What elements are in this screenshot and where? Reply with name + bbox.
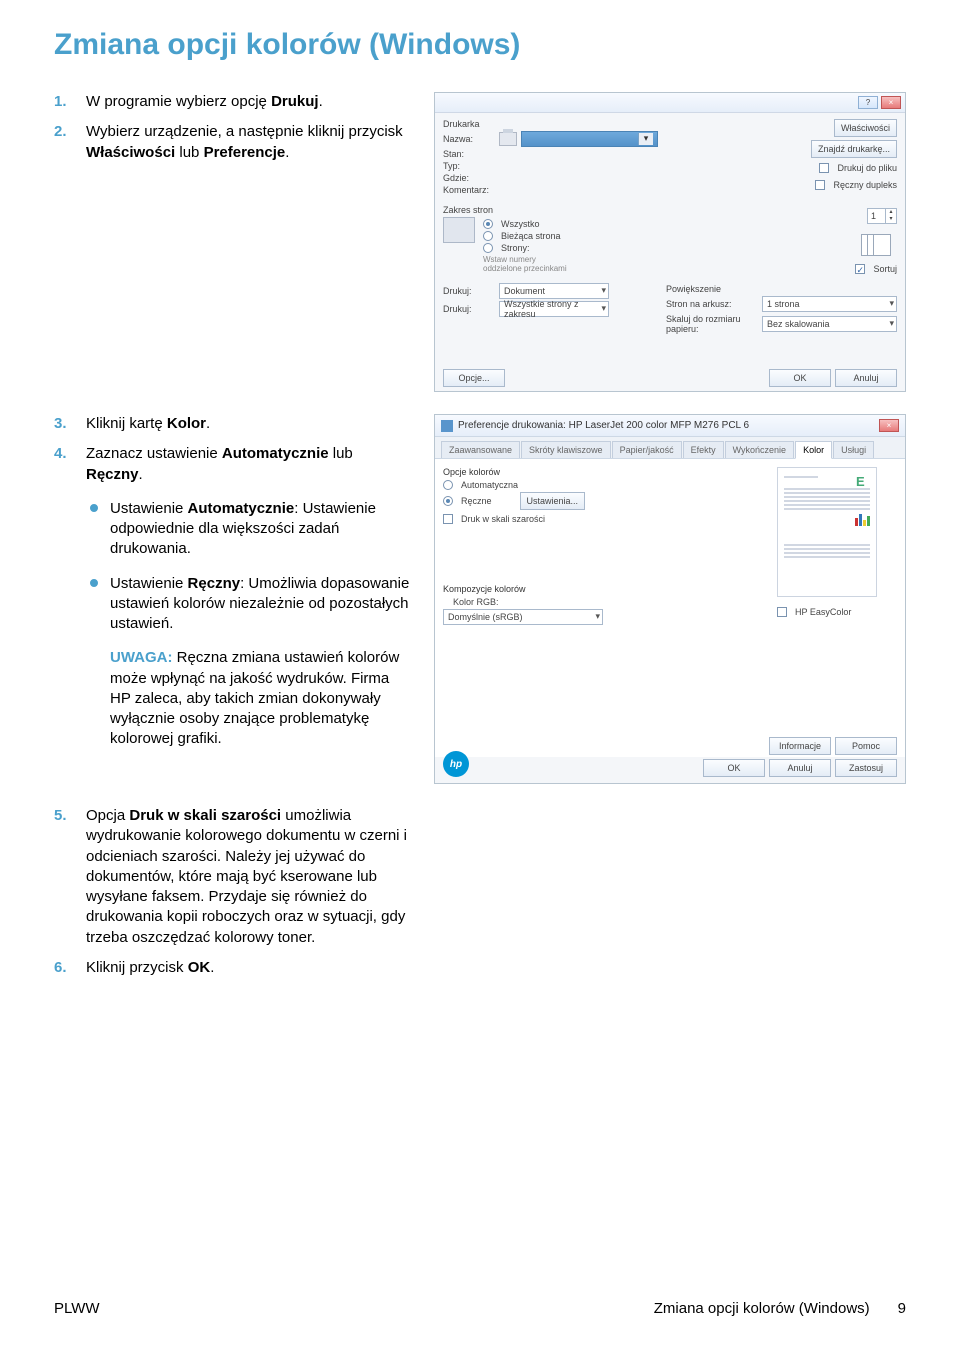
radio-all[interactable] — [483, 219, 493, 229]
options-button[interactable]: Opcje... — [443, 369, 505, 387]
step-1-body: W programie wybierz opcję Drukuj. — [86, 92, 412, 112]
where-label: Gdzie: — [443, 173, 495, 183]
help-icon[interactable]: ? — [858, 96, 878, 109]
tab-strip: Zaawansowane Skróty klawiszowe Papier/ja… — [435, 437, 905, 459]
state-label: Stan: — [443, 149, 495, 159]
close-icon[interactable]: × — [879, 419, 899, 432]
printer-select[interactable] — [521, 131, 658, 147]
print-what-select[interactable]: Dokument — [499, 283, 609, 299]
step-5-body: Opcja Druk w skali szarości umożliwia wy… — [86, 806, 412, 948]
apply-button[interactable]: Zastosuj — [835, 759, 897, 777]
step-2-number: 2. — [54, 122, 74, 163]
printer-illustration-icon — [443, 217, 475, 243]
info-button[interactable]: Informacje — [769, 737, 831, 755]
preview-chart-icon — [855, 514, 870, 526]
step-3-number: 3. — [54, 414, 74, 434]
scope-note: Wstaw numeryoddzielone przecinkami — [483, 255, 567, 273]
tab-paper-quality[interactable]: Papier/jakość — [612, 441, 682, 458]
footer-left: PLWW — [54, 1300, 100, 1317]
scale-select[interactable]: Bez skalowania — [762, 316, 897, 332]
scope-group-label: Zakres stron — [443, 205, 658, 215]
print-to-file-checkbox[interactable] — [819, 163, 829, 173]
pps-select[interactable]: 1 strona — [762, 296, 897, 312]
color-options-group: Opcje kolorów — [443, 467, 769, 477]
bullet-icon — [90, 579, 98, 587]
tab-finishing[interactable]: Wykończenie — [725, 441, 794, 458]
ok-button[interactable]: OK — [769, 369, 831, 387]
radio-current[interactable] — [483, 231, 493, 241]
printer-group-label: Drukarka — [443, 119, 658, 129]
dialog-title: Preferencje drukowania: HP LaserJet 200 … — [458, 420, 874, 431]
scale-label: Skaluj do rozmiaru papieru: — [666, 314, 758, 334]
tab-color[interactable]: Kolor — [795, 441, 832, 459]
document-preview: E — [777, 467, 877, 597]
step-1-number: 1. — [54, 92, 74, 112]
tab-advanced[interactable]: Zaawansowane — [441, 441, 520, 458]
properties-button[interactable]: Właściwości — [834, 119, 897, 137]
preferences-dialog-screenshot: Preferencje drukowania: HP LaserJet 200 … — [434, 414, 906, 784]
rgb-color-select[interactable]: Domyślnie (sRGB) — [443, 609, 603, 625]
help-button[interactable]: Pomoc — [835, 737, 897, 755]
bullet-automatic: Ustawienie Automatycznie: Ustawienie odp… — [90, 499, 412, 560]
collate-checkbox[interactable] — [855, 264, 865, 274]
step-5-number: 5. — [54, 806, 74, 948]
hp-logo-icon: hp — [443, 751, 469, 777]
step-6-body: Kliknij przycisk OK. — [86, 958, 412, 978]
step-3-body: Kliknij kartę Kolor. — [86, 414, 412, 434]
print-range-label: Drukuj: — [443, 304, 495, 314]
preview-e-icon: E — [856, 474, 870, 488]
zoom-group-label: Powiększenie — [666, 284, 897, 294]
find-printer-button[interactable]: Znajdź drukarkę... — [811, 140, 897, 158]
settings-button[interactable]: Ustawienia... — [520, 492, 586, 510]
easycolor-checkbox[interactable] — [777, 607, 787, 617]
step-4-body: Zaznacz ustawienie Automatycznie lub Ręc… — [86, 444, 412, 485]
page-footer: PLWW Zmiana opcji kolorów (Windows) 9 — [54, 1300, 906, 1317]
app-icon — [441, 420, 453, 432]
tab-shortcuts[interactable]: Skróty klawiszowe — [521, 441, 611, 458]
bullet-manual: Ustawienie Ręczny: Umożliwia dopasowanie… — [90, 574, 412, 635]
print-dialog-screenshot: ? × Drukarka Nazwa: Stan: Typ: Gdzie: — [434, 92, 906, 392]
grayscale-checkbox[interactable] — [443, 514, 453, 524]
comment-label: Komentarz: — [443, 185, 495, 195]
type-label: Typ: — [443, 161, 495, 171]
pps-label: Stron na arkusz: — [666, 299, 758, 309]
step-6-number: 6. — [54, 958, 74, 978]
print-what-label: Drukuj: — [443, 286, 495, 296]
name-label: Nazwa: — [443, 134, 495, 144]
close-icon[interactable]: × — [881, 96, 901, 109]
bullet-icon — [90, 504, 98, 512]
step-2-body: Wybierz urządzenie, a następnie kliknij … — [86, 122, 412, 163]
note: UWAGA: Ręczna zmiana ustawień kolorów mo… — [110, 648, 412, 749]
print-range-select[interactable]: Wszystkie strony z zakresu — [499, 301, 609, 317]
radio-pages[interactable] — [483, 243, 493, 253]
printer-icon — [499, 132, 517, 146]
tab-effects[interactable]: Efekty — [683, 441, 724, 458]
radio-auto[interactable] — [443, 480, 453, 490]
footer-center: Zmiana opcji kolorów (Windows) — [654, 1300, 870, 1317]
ok-button[interactable]: OK — [703, 759, 765, 777]
composition-group: Kompozycje kolorów — [443, 584, 769, 594]
collate-icon — [861, 234, 897, 256]
radio-manual[interactable] — [443, 496, 453, 506]
manual-duplex-checkbox[interactable] — [815, 180, 825, 190]
footer-page-number: 9 — [898, 1300, 906, 1317]
cancel-button[interactable]: Anuluj — [769, 759, 831, 777]
cancel-button[interactable]: Anuluj — [835, 369, 897, 387]
step-4-number: 4. — [54, 444, 74, 485]
copies-spinner[interactable]: 1 — [867, 208, 897, 224]
page-title: Zmiana opcji kolorów (Windows) — [54, 28, 906, 62]
dialog-titlebar: ? × — [435, 93, 905, 113]
tab-services[interactable]: Usługi — [833, 441, 874, 458]
